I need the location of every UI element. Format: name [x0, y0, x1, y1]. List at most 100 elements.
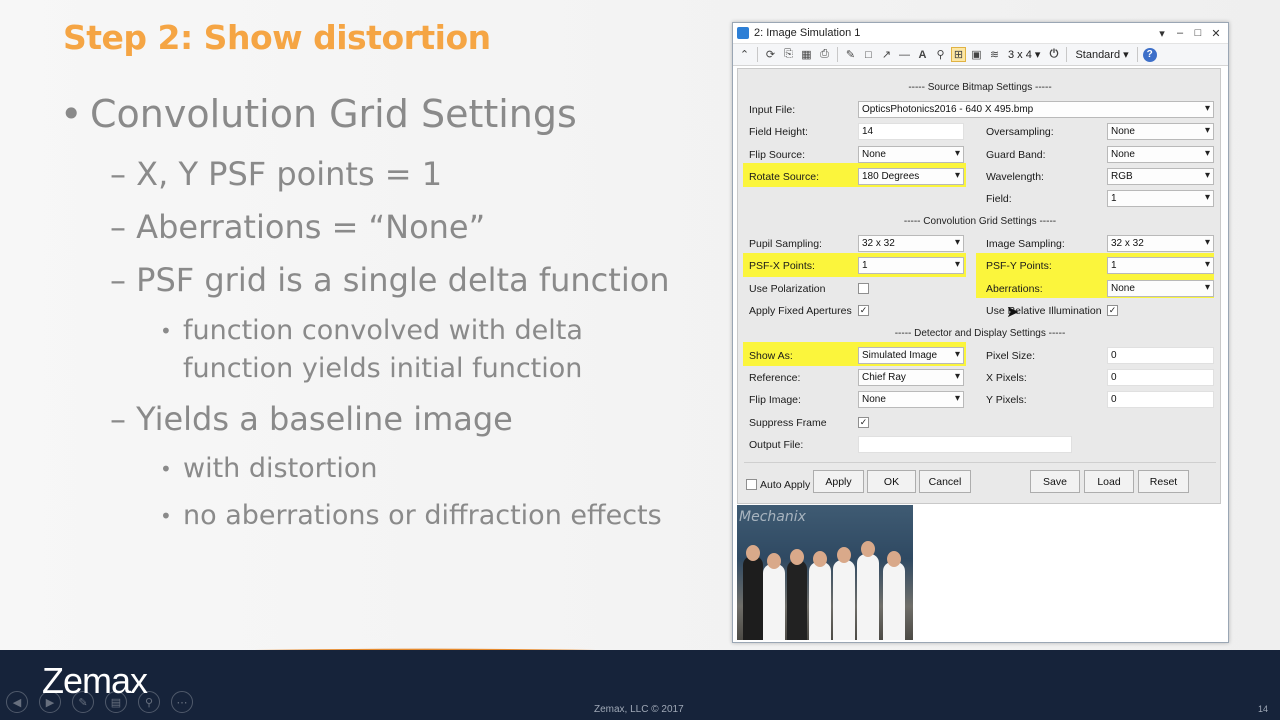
section-convolution-grid: ----- Convolution Grid Settings ----- [903, 216, 1057, 227]
apply-button[interactable]: Apply [813, 470, 864, 493]
zoom-icon[interactable]: ⚲ [138, 691, 160, 713]
apply-fixed-apertures-checkbox[interactable]: ✓ [858, 305, 869, 316]
input-file-label: Input File: [749, 104, 796, 116]
bullet-main: • Convolution Grid Settings [60, 92, 577, 136]
suppress-frame-checkbox[interactable]: ✓ [858, 417, 869, 428]
toolbar: ⌃ ⟳ ⎘ ▦ ⎙ ✎ □ ↗ — A ⚲ ⊞ ▣ ≋ 3 x 4 ▾ ⏻ St… [733, 43, 1228, 66]
person-head [746, 545, 760, 561]
text-icon[interactable]: A [915, 47, 930, 62]
show-as-dropdown[interactable]: Simulated Image [858, 347, 964, 364]
next-icon[interactable]: ▶ [39, 691, 61, 713]
simulated-image-thumbnail: Mechanix [737, 505, 913, 640]
suppress-frame-label: Suppress Frame [749, 417, 827, 429]
help-icon[interactable]: ? [1142, 47, 1157, 62]
wavelength-dropdown[interactable]: RGB [1107, 168, 1214, 185]
window-icon[interactable]: ▣ [969, 47, 984, 62]
field-dropdown[interactable]: 1 [1107, 190, 1214, 207]
slide-title: Step 2: Show distortion [63, 18, 491, 57]
oversampling-dropdown[interactable]: None [1107, 123, 1214, 140]
person-head [861, 541, 875, 557]
ok-button[interactable]: OK [867, 470, 916, 493]
rotate-source-dropdown[interactable]: 180 Degrees [858, 168, 964, 185]
flip-source-dropdown[interactable]: None [858, 146, 964, 163]
wavelength-label: Wavelength: [986, 171, 1044, 183]
close-icon[interactable]: ✕ [1208, 27, 1224, 40]
field-height-input[interactable]: 14 [858, 123, 964, 140]
standard-dropdown[interactable]: Standard ▾ [1072, 48, 1131, 61]
aberrations-dropdown[interactable]: None [1107, 280, 1214, 297]
auto-apply-label: Auto Apply [760, 479, 811, 491]
mouse-cursor-icon: ➤ [1006, 304, 1020, 321]
minimize-icon[interactable]: – [1172, 27, 1188, 40]
toolbar-divider [1066, 47, 1068, 62]
arrow-icon[interactable]: ↗ [879, 47, 894, 62]
input-file-dropdown[interactable]: OpticsPhotonics2016 - 640 X 495.bmp [858, 101, 1214, 118]
use-polarization-checkbox[interactable] [858, 283, 869, 294]
window-controls: ▾ – □ ✕ [1154, 27, 1228, 40]
field-height-label: Field Height: [749, 126, 808, 138]
reference-dropdown[interactable]: Chief Ray [858, 369, 964, 386]
save-icon[interactable]: ▦ [799, 47, 814, 62]
window-titlebar[interactable]: 2: Image Simulation 1 ▾ – □ ✕ [733, 23, 1228, 43]
reference-label: Reference: [749, 372, 801, 384]
rectangle-icon[interactable]: □ [861, 47, 876, 62]
print-icon[interactable]: ⎙ [817, 47, 832, 62]
person-head [813, 551, 827, 567]
pen-icon[interactable]: ✎ [72, 691, 94, 713]
previous-icon[interactable]: ◀ [6, 691, 28, 713]
cancel-button[interactable]: Cancel [919, 470, 971, 493]
pupil-sampling-dropdown[interactable]: 32 x 32 [858, 235, 964, 252]
psf-x-dropdown[interactable]: 1 [858, 257, 964, 274]
copyright-text: Zemax, LLC © 2017 [594, 704, 684, 715]
maximize-icon[interactable]: □ [1190, 27, 1206, 40]
slides-icon[interactable]: ▤ [105, 691, 127, 713]
thumbnail-brand-text: Mechanix [739, 509, 806, 525]
presentation-nav: ◀ ▶ ✎ ▤ ⚲ ⋯ [6, 691, 193, 713]
bullet-sub: – Yields a baseline image [110, 400, 513, 438]
relative-illumination-label: Use Relative Illumination [986, 305, 1102, 317]
refresh-icon[interactable]: ⟳ [763, 47, 778, 62]
more-icon[interactable]: ⋯ [171, 691, 193, 713]
line-icon[interactable]: — [897, 47, 912, 62]
auto-apply-checkbox[interactable] [746, 479, 757, 490]
layout-dropdown[interactable]: 3 x 4 ▾ [1005, 48, 1043, 61]
dropdown-icon[interactable]: ▾ [1154, 27, 1170, 40]
bullet-sub: – PSF grid is a single delta function [110, 261, 670, 299]
y-pixels-input[interactable]: 0 [1107, 391, 1214, 408]
person-head [767, 553, 781, 569]
image-sampling-label: Image Sampling: [986, 238, 1065, 250]
settings-toggle-icon[interactable]: ⌃ [737, 47, 752, 62]
toolbar-divider [837, 47, 838, 62]
pixel-size-input[interactable]: 0 [1107, 347, 1214, 364]
copy-icon[interactable]: ⎘ [781, 47, 796, 62]
output-file-input[interactable] [858, 436, 1072, 453]
person-head [887, 551, 901, 567]
pixel-size-label: Pixel Size: [986, 350, 1036, 362]
power-icon[interactable]: ⏻ [1046, 47, 1061, 62]
flip-image-label: Flip Image: [749, 394, 801, 406]
flip-image-dropdown[interactable]: None [858, 391, 964, 408]
x-pixels-input[interactable]: 0 [1107, 369, 1214, 386]
psf-y-dropdown[interactable]: 1 [1107, 257, 1214, 274]
layers-icon[interactable]: ≋ [987, 47, 1002, 62]
image-sampling-dropdown[interactable]: 32 x 32 [1107, 235, 1214, 252]
psf-x-label: PSF-X Points: [749, 260, 815, 272]
aberrations-label: Aberrations: [986, 283, 1043, 295]
flip-source-label: Flip Source: [749, 149, 806, 161]
guard-band-dropdown[interactable]: None [1107, 146, 1214, 163]
app-icon [737, 27, 749, 39]
reset-button[interactable]: Reset [1138, 470, 1189, 493]
page-number: 14 [1258, 704, 1269, 714]
guard-band-label: Guard Band: [986, 149, 1046, 161]
toolbar-divider [757, 47, 758, 62]
grid-icon[interactable]: ⊞ [951, 47, 966, 62]
pencil-icon[interactable]: ✎ [843, 47, 858, 62]
load-button[interactable]: Load [1084, 470, 1134, 493]
person-head [790, 549, 804, 565]
person-head [837, 547, 851, 563]
toolbar-divider [1136, 47, 1138, 62]
relative-illumination-checkbox[interactable]: ✓ [1107, 305, 1118, 316]
lock-icon[interactable]: ⚲ [933, 47, 948, 62]
bullet-detail: • with distortion [160, 453, 378, 484]
save-button[interactable]: Save [1030, 470, 1080, 493]
